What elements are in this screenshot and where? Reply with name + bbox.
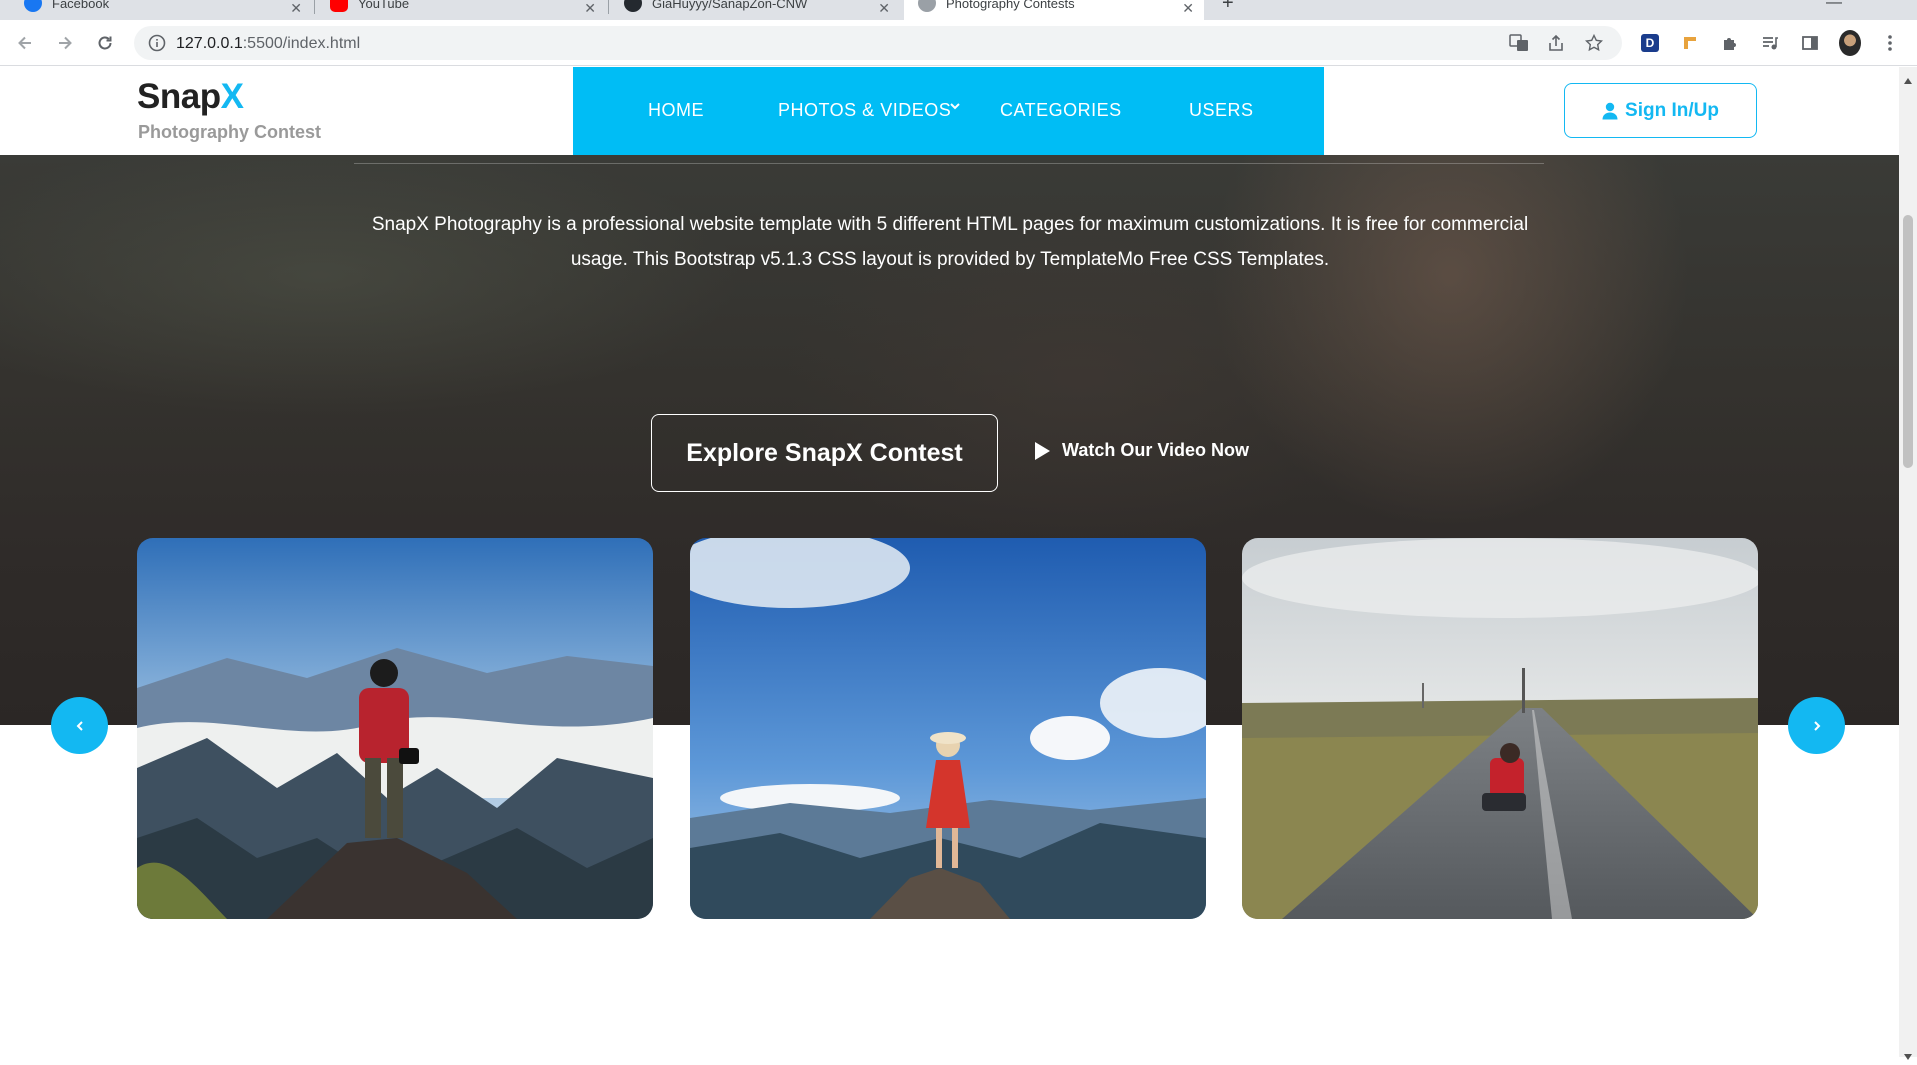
close-icon[interactable]: ✕ [1182,0,1194,17]
tab-github[interactable]: GiaHuyyy/SanapZon-CNW ✕ [610,0,900,20]
extension-ruler-icon[interactable] [1679,32,1701,54]
page-scrollbar[interactable] [1899,67,1917,1060]
github-icon [624,0,642,12]
extension-d-badge: D [1641,34,1659,52]
translate-icon[interactable] [1509,34,1529,57]
hero-description: SnapX Photography is a professional webs… [371,214,1529,270]
logo-text: Snap [137,77,221,116]
browser-tab-strip: Facebook ✕ YouTube ✕ GiaHuyyy/SanapZon-C… [0,0,1917,20]
close-icon[interactable]: ✕ [290,0,302,17]
scroll-down-icon[interactable] [1904,1047,1912,1065]
logo-tagline: Photography Contest [138,122,321,142]
tab-photography-contests[interactable]: Photography Contests ✕ [904,0,1204,20]
new-tab-icon[interactable]: + [1222,0,1234,15]
site-logo[interactable]: SnapX [137,77,244,117]
back-button[interactable] [12,30,38,56]
carousel-next-button[interactable] [1788,697,1845,754]
nav-photos-videos[interactable]: PHOTOS & VIDEOS [778,100,951,121]
explore-contest-button[interactable]: Explore SnapX Contest [651,414,998,492]
url-text[interactable]: 127.0.0.1:5500/index.html [176,35,360,53]
main-nav: HOME PHOTOS & VIDEOS CATEGORIES USERS [573,67,1324,155]
play-icon [1035,441,1050,460]
nav-users[interactable]: USERS [1189,100,1254,121]
star-icon[interactable] [1584,33,1604,57]
profile-avatar[interactable] [1839,30,1861,56]
chevron-right-icon [1811,720,1823,732]
side-panel-icon[interactable] [1799,32,1821,54]
browser-toolbar: 127.0.0.1:5500/index.html D [0,20,1917,66]
page-viewport: SnapX Photography Contest HOME PHOTOS & … [0,67,1899,1057]
chevron-left-icon [74,720,86,732]
nav-categories[interactable]: CATEGORIES [1000,100,1122,121]
watch-video-link[interactable]: Watch Our Video Now [1035,440,1249,461]
tab-title: Photography Contests [946,0,1075,11]
sign-in-button[interactable]: Sign In/Up [1564,83,1757,138]
extension-d-icon[interactable]: D [1639,32,1661,54]
url-path: :5500/index.html [242,35,361,52]
close-icon[interactable]: ✕ [878,0,890,17]
youtube-icon [330,0,348,12]
info-icon[interactable] [148,34,166,57]
minimize-icon[interactable]: — [1826,0,1842,12]
carousel-prev-button[interactable] [51,697,108,754]
puzzle-icon[interactable] [1719,32,1741,54]
more-menu-icon[interactable] [1879,32,1901,54]
url-host: 127.0.0.1 [176,35,243,52]
tab-facebook[interactable]: Facebook ✕ [10,0,312,20]
watch-video-label: Watch Our Video Now [1062,440,1250,460]
share-icon[interactable] [1547,34,1565,57]
close-icon[interactable]: ✕ [584,0,596,17]
hero-divider [354,163,1544,164]
gallery-photo-1[interactable] [137,538,653,919]
tab-title: YouTube [358,0,410,11]
tab-title: Facebook [52,0,110,11]
logo-accent: X [220,77,244,116]
media-playlist-icon[interactable] [1759,32,1781,54]
facebook-icon [24,0,42,12]
address-bar[interactable]: 127.0.0.1:5500/index.html [134,26,1622,60]
sign-in-label: Sign In/Up [1625,99,1719,121]
forward-button[interactable] [52,30,78,56]
scrollbar-thumb[interactable] [1903,215,1913,468]
user-icon [1602,102,1618,120]
globe-icon [918,0,936,12]
tab-youtube[interactable]: YouTube ✕ [316,0,606,20]
gallery-photo-3[interactable] [1242,538,1758,919]
site-header: SnapX Photography Contest HOME PHOTOS & … [0,67,1899,155]
chevron-down-icon[interactable] [948,99,962,118]
tab-title: GiaHuyyy/SanapZon-CNW [652,0,808,11]
scroll-up-icon[interactable] [1904,71,1912,89]
gallery-photo-2[interactable] [690,538,1206,919]
nav-home[interactable]: HOME [648,100,704,121]
reload-button[interactable] [92,30,118,56]
